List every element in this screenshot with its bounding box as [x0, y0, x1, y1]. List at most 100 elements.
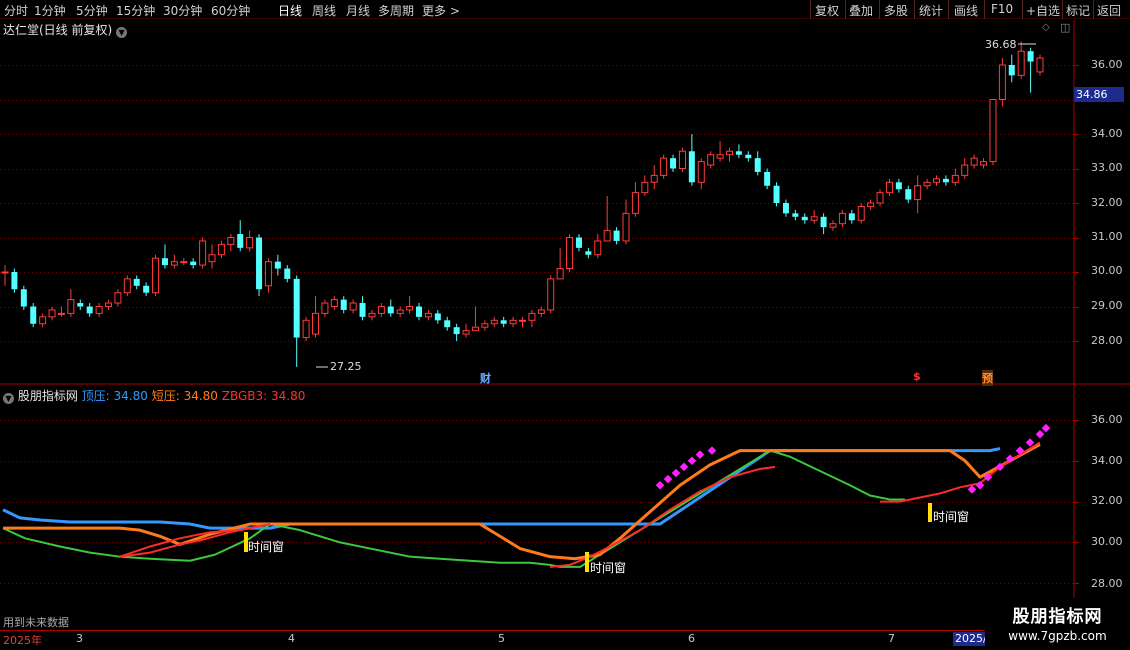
tab-15min[interactable]: 15分钟 — [116, 2, 155, 19]
cursor-date-box: 2025/ — [953, 632, 985, 646]
candle-body — [782, 203, 789, 214]
stock-title: 达仁堂(日线 前复权) ▼ — [3, 21, 128, 38]
candle-body — [942, 178, 949, 183]
f10-button[interactable]: F10 — [991, 2, 1013, 16]
candle-body — [716, 154, 724, 159]
high-price-label: 36.68 — [985, 38, 1017, 51]
candlestick-series — [1, 41, 1044, 368]
candle-body — [519, 319, 526, 322]
ind-tick: 30.00 — [1091, 535, 1123, 548]
candle-body — [528, 312, 536, 321]
signal-dot — [687, 456, 697, 466]
signal-dot — [695, 450, 705, 459]
candle-body — [613, 230, 620, 241]
tab-1min[interactable]: 1分钟 — [34, 2, 66, 19]
adjust-button[interactable]: 复权 — [815, 2, 839, 19]
candle-body — [208, 254, 216, 263]
candle-body — [726, 150, 733, 156]
tab-intraday[interactable]: 分时 — [4, 2, 28, 19]
candle-body — [1008, 65, 1015, 76]
chevron-down-icon[interactable]: ▼ — [3, 393, 14, 404]
ind-tick: 36.00 — [1091, 413, 1123, 426]
ind-tick: 34.00 — [1091, 454, 1123, 467]
overlay-button[interactable]: 叠加 — [849, 2, 873, 19]
ind-tick: 32.00 — [1091, 494, 1123, 507]
candle-body — [566, 237, 574, 270]
tab-monthly[interactable]: 月线 — [346, 2, 370, 19]
back-button[interactable]: 返回 — [1097, 2, 1121, 19]
tab-weekly[interactable]: 周线 — [312, 2, 336, 19]
candle-body — [820, 216, 827, 228]
tab-30min[interactable]: 30分钟 — [163, 2, 202, 19]
stock-name: 达仁堂(日线 前复权) — [3, 23, 113, 37]
signal-dot — [975, 481, 985, 490]
finance-marker[interactable]: 财 — [480, 370, 491, 386]
signal-dot — [655, 481, 665, 490]
date-tick: 5 — [498, 632, 505, 645]
indicator-legend: ▼ 股朋指标网 顶压: 34.80 短压: 34.80 ZBGB3: 34.80 — [3, 387, 305, 404]
candle-body — [293, 278, 300, 338]
candle-body — [1, 271, 9, 274]
candle-body — [424, 312, 432, 318]
stats-button[interactable]: 统计 — [919, 2, 943, 19]
forecast-marker[interactable]: 预 — [982, 370, 993, 386]
candle-body — [77, 303, 84, 307]
candle-body — [86, 306, 93, 314]
draw-line-button[interactable]: 画线 — [954, 2, 978, 19]
grid-layer — [0, 20, 1130, 630]
candle-body — [471, 326, 479, 332]
dividend-marker[interactable]: $ — [913, 370, 921, 383]
chart-canvas[interactable] — [0, 0, 1130, 650]
candle-body — [453, 327, 460, 335]
ind-tick: 28.00 — [1091, 577, 1123, 590]
tab-5min[interactable]: 5分钟 — [76, 2, 108, 19]
tab-60min[interactable]: 60分钟 — [211, 2, 250, 19]
candle-body — [989, 99, 997, 163]
candle-body — [923, 181, 931, 187]
price-tick: 29.00 — [1091, 299, 1123, 312]
price-tick: 34.00 — [1091, 127, 1123, 140]
candle-body — [264, 261, 272, 287]
candle-body — [735, 151, 742, 155]
candle-body — [227, 237, 235, 245]
candle-body — [377, 306, 385, 314]
signal-dot — [1041, 423, 1051, 433]
candle-body — [237, 234, 244, 248]
candle-body — [170, 261, 178, 266]
candle-body — [1036, 57, 1044, 73]
candle-body — [490, 319, 498, 325]
tab-multi-period[interactable]: 多周期 — [378, 2, 414, 19]
price-tick: 28.00 — [1091, 334, 1123, 347]
price-tick: 31.00 — [1091, 230, 1123, 243]
candle-body — [575, 237, 582, 248]
diamond-icon[interactable]: ◇ — [1042, 22, 1050, 33]
candle-body — [462, 330, 470, 335]
add-watchlist-button[interactable]: +自选 — [1026, 2, 1060, 19]
tab-daily[interactable]: 日线 — [278, 2, 302, 19]
candle-body — [340, 299, 347, 310]
candle-body — [256, 237, 263, 290]
candle-body — [152, 257, 160, 294]
price-tick: 36.00 — [1091, 58, 1123, 71]
candle-body — [67, 299, 75, 314]
candle-body — [246, 237, 254, 249]
candle-body — [603, 230, 611, 242]
candle-body — [217, 243, 225, 256]
candle-body — [980, 161, 988, 166]
candle-body — [190, 261, 197, 266]
candle-body — [707, 154, 715, 166]
time-window-label: 时间窗 — [933, 510, 970, 524]
chevron-down-icon[interactable]: ▼ — [116, 27, 128, 38]
multi-stock-button[interactable]: 多股 — [884, 2, 908, 19]
candle-body — [161, 258, 168, 266]
window-toggle-icon[interactable]: ◫ — [1060, 21, 1070, 34]
tab-more[interactable]: 更多 > — [422, 2, 460, 19]
indicator-series — [2, 423, 1051, 572]
bookmark-button[interactable]: 标记 — [1066, 2, 1090, 19]
price-tick: 32.00 — [1091, 196, 1123, 209]
candle-body — [622, 212, 630, 242]
candle-body — [274, 261, 281, 269]
candle-body — [951, 174, 959, 183]
price-tick: 30.00 — [1091, 264, 1123, 277]
signal-dot — [707, 446, 717, 455]
